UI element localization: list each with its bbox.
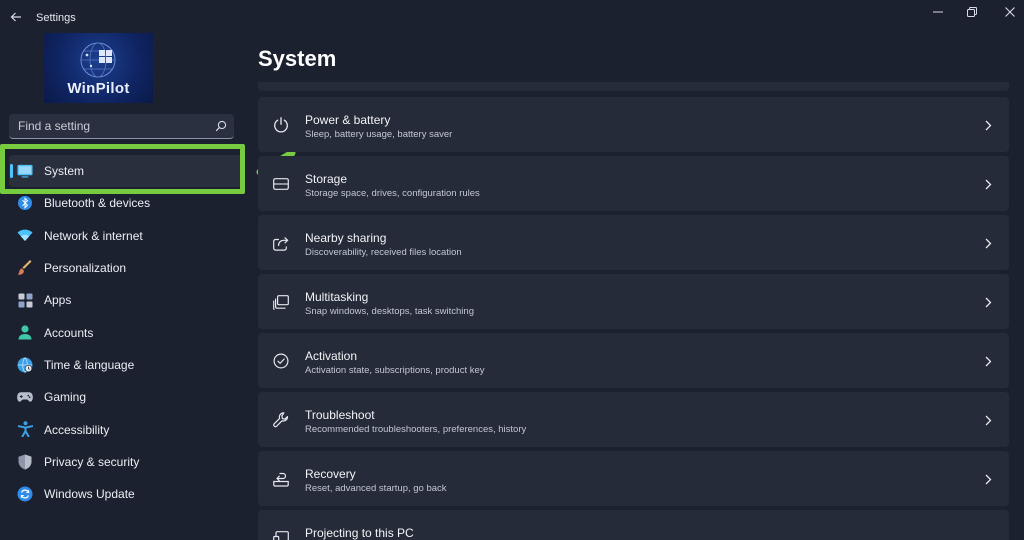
chevron-right-icon bbox=[982, 413, 994, 427]
back-arrow-icon bbox=[10, 12, 21, 22]
sidebar-item-gaming[interactable]: Gaming bbox=[9, 381, 244, 413]
shield-icon bbox=[17, 454, 33, 470]
card-subtitle: Reset, advanced startup, go back bbox=[305, 483, 447, 494]
sidebar-item-label: Time & language bbox=[44, 357, 135, 372]
sidebar-item-label: Bluetooth & devices bbox=[44, 196, 151, 211]
chevron-right-icon bbox=[982, 354, 994, 368]
sidebar-item-label: Windows Update bbox=[44, 487, 135, 502]
card-title: Power & battery bbox=[305, 113, 391, 127]
sidebar-item-label: Network & internet bbox=[44, 228, 143, 243]
card-subtitle: Snap windows, desktops, task switching bbox=[305, 306, 474, 317]
chevron-right-icon bbox=[982, 118, 994, 132]
project-icon bbox=[272, 529, 290, 540]
card-activation[interactable]: Activation Activation state, subscriptio… bbox=[258, 333, 1009, 388]
gamepad-icon bbox=[17, 389, 33, 405]
chevron-right-icon bbox=[982, 472, 994, 486]
back-button[interactable] bbox=[6, 8, 26, 26]
person-icon bbox=[17, 324, 33, 340]
card-title: Projecting to this PC bbox=[305, 526, 414, 540]
wrench-icon bbox=[272, 411, 290, 429]
sidebar-nav: System Bluetooth & devices Network & int… bbox=[9, 155, 244, 510]
accessibility-icon bbox=[17, 421, 33, 438]
bluetooth-icon bbox=[17, 195, 33, 211]
card-subtitle: Recommended troubleshooters, preferences… bbox=[305, 424, 527, 435]
sidebar-item-personalization[interactable]: Personalization bbox=[9, 252, 244, 284]
sidebar-item-privacy-security[interactable]: Privacy & security bbox=[9, 446, 244, 478]
sidebar-item-time-language[interactable]: Time & language bbox=[9, 349, 244, 381]
card-subtitle: Storage space, drives, configuration rul… bbox=[305, 188, 480, 199]
check-circle-icon bbox=[272, 352, 290, 370]
card-title: Storage bbox=[305, 172, 348, 186]
power-icon bbox=[272, 116, 290, 134]
card-troubleshoot[interactable]: Troubleshoot Recommended troubleshooters… bbox=[258, 392, 1009, 447]
sidebar-item-label: Personalization bbox=[44, 261, 127, 276]
sidebar-item-accessibility[interactable]: Accessibility bbox=[9, 413, 244, 445]
globe-clock-icon bbox=[17, 357, 33, 373]
restore-button[interactable] bbox=[958, 4, 986, 20]
apps-icon bbox=[17, 292, 33, 308]
sidebar-item-bluetooth[interactable]: Bluetooth & devices bbox=[9, 187, 244, 219]
close-icon bbox=[1005, 7, 1015, 17]
sidebar-item-apps[interactable]: Apps bbox=[9, 284, 244, 316]
sidebar-item-accounts[interactable]: Accounts bbox=[9, 316, 244, 348]
chevron-right-icon bbox=[982, 177, 994, 191]
share-icon bbox=[272, 234, 290, 252]
logo-text: WinPilot bbox=[67, 80, 130, 97]
globe-logo-icon bbox=[80, 42, 116, 78]
card-title: Activation bbox=[305, 349, 358, 363]
recovery-icon bbox=[272, 470, 290, 488]
sidebar-item-network[interactable]: Network & internet bbox=[9, 220, 244, 252]
card-storage[interactable]: Storage Storage space, drives, configura… bbox=[258, 156, 1009, 211]
sidebar-item-label: Accessibility bbox=[44, 422, 110, 437]
chevron-right-icon bbox=[982, 295, 994, 309]
card-recovery[interactable]: Recovery Reset, advanced startup, go bac… bbox=[258, 451, 1009, 506]
window-title: Settings bbox=[36, 12, 76, 24]
minimize-button[interactable] bbox=[924, 4, 952, 20]
winpilot-logo: WinPilot bbox=[44, 33, 153, 103]
restore-icon bbox=[967, 7, 977, 17]
previous-card-edge bbox=[258, 82, 1009, 91]
update-icon bbox=[17, 486, 33, 502]
chevron-right-icon bbox=[982, 236, 994, 250]
close-button[interactable] bbox=[996, 4, 1024, 20]
storage-icon bbox=[272, 175, 290, 193]
search-box[interactable] bbox=[9, 114, 234, 139]
card-multitasking[interactable]: Multitasking Snap windows, desktops, tas… bbox=[258, 274, 1009, 329]
sidebar-item-label: Privacy & security bbox=[44, 454, 140, 469]
card-projecting-to-pc[interactable]: Projecting to this PC bbox=[258, 510, 1009, 540]
minimize-icon bbox=[933, 11, 943, 13]
title-bar: Settings bbox=[0, 0, 1024, 34]
card-title: Multitasking bbox=[305, 290, 369, 304]
sidebar-item-system[interactable]: System bbox=[9, 155, 244, 188]
page-title: System bbox=[258, 46, 337, 71]
card-title: Recovery bbox=[305, 467, 356, 481]
search-icon[interactable] bbox=[215, 120, 227, 132]
multitask-icon bbox=[272, 293, 290, 311]
settings-list: Power & battery Sleep, battery usage, ba… bbox=[258, 82, 1009, 540]
card-subtitle: Discoverability, received files location bbox=[305, 247, 462, 258]
wifi-icon bbox=[17, 228, 33, 244]
sidebar-item-label: System bbox=[44, 164, 85, 179]
selection-indicator bbox=[10, 164, 13, 178]
card-subtitle: Activation state, subscriptions, product… bbox=[305, 365, 485, 376]
sidebar-item-label: Gaming bbox=[44, 390, 87, 405]
card-title: Troubleshoot bbox=[305, 408, 375, 422]
card-nearby-sharing[interactable]: Nearby sharing Discoverability, received… bbox=[258, 215, 1009, 270]
card-power-battery[interactable]: Power & battery Sleep, battery usage, ba… bbox=[258, 97, 1009, 152]
sidebar-item-label: Apps bbox=[44, 293, 72, 308]
sidebar-item-label: Accounts bbox=[44, 325, 94, 340]
card-subtitle: Sleep, battery usage, battery saver bbox=[305, 129, 453, 140]
brush-icon bbox=[17, 259, 33, 276]
monitor-icon bbox=[17, 163, 33, 179]
search-input[interactable] bbox=[9, 114, 209, 138]
card-title: Nearby sharing bbox=[305, 231, 387, 245]
sidebar-item-windows-update[interactable]: Windows Update bbox=[9, 478, 244, 510]
